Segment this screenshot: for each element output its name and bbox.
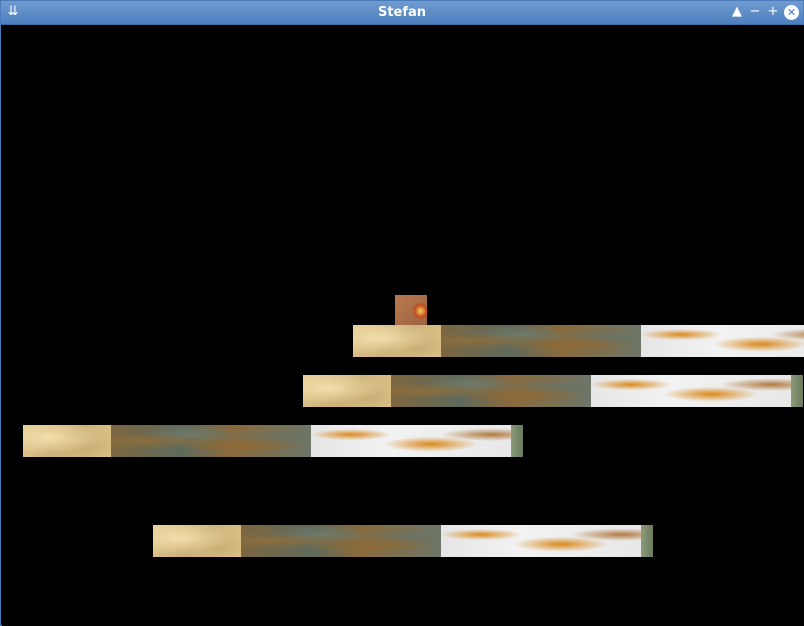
snow-tile [311, 425, 511, 457]
platform-2 [303, 375, 803, 407]
platform-1 [353, 325, 804, 357]
game-window: ⇊ Stefan ▲ − + ✕ [0, 0, 804, 626]
maximize-icon[interactable]: + [766, 5, 780, 19]
title-bar[interactable]: ⇊ Stefan ▲ − + ✕ [1, 1, 803, 25]
player-sprite [395, 295, 427, 327]
rock-tile [441, 325, 641, 357]
moss-tile [511, 425, 523, 457]
snow-tile [591, 375, 791, 407]
rock-tile [241, 525, 441, 557]
platform-4 [153, 525, 653, 557]
minimize-icon[interactable]: − [748, 5, 762, 19]
sand-tile [303, 375, 391, 407]
snow-tile [441, 525, 641, 557]
window-title: Stefan [377, 5, 427, 20]
close-icon[interactable]: ✕ [784, 5, 799, 20]
sand-tile [153, 525, 241, 557]
moss-tile [791, 375, 803, 407]
moss-tile [641, 525, 653, 557]
sand-tile [353, 325, 441, 357]
game-canvas[interactable] [2, 25, 804, 626]
rock-tile [391, 375, 591, 407]
shade-icon[interactable]: ▲ [730, 5, 744, 19]
platform-3 [23, 425, 523, 457]
snow-tile [641, 325, 804, 357]
rock-tile [111, 425, 311, 457]
sand-tile [23, 425, 111, 457]
